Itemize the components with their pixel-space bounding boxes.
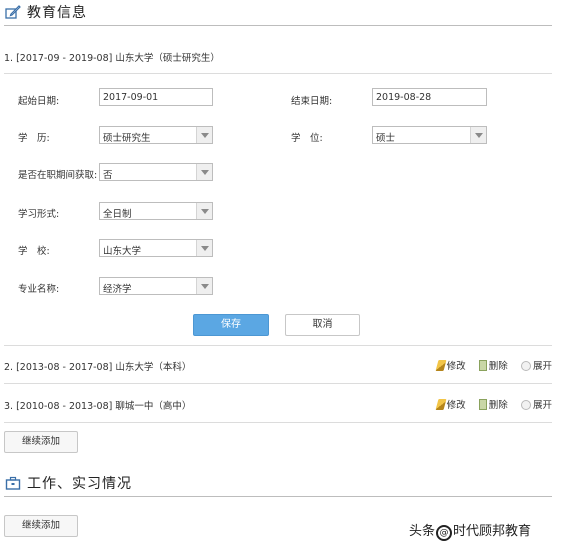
save-button[interactable]: 保存 xyxy=(193,314,269,336)
expand-icon xyxy=(520,400,531,410)
edit-link[interactable]: 修改 xyxy=(435,397,466,411)
delete-label: 删除 xyxy=(488,400,508,411)
edit-link[interactable]: 修改 xyxy=(435,358,466,372)
education-level-label: 学 历: xyxy=(18,133,50,144)
entry-title: 2. [2013-08 - 2017-08] 山东大学（本科） xyxy=(4,362,192,373)
during-job-value: 否 xyxy=(103,170,113,181)
chevron-down-icon[interactable] xyxy=(196,127,212,143)
edit-pencil-icon xyxy=(5,4,21,20)
briefcase-icon xyxy=(5,475,21,491)
entry-divider xyxy=(4,73,552,74)
chevron-down-icon[interactable] xyxy=(196,278,212,294)
edit-label: 修改 xyxy=(446,361,466,372)
add-work-button[interactable]: 继续添加 xyxy=(4,515,78,537)
cancel-button[interactable]: 取消 xyxy=(285,314,360,336)
at-icon: @ xyxy=(436,525,453,541)
education-level-value: 硕士研究生 xyxy=(103,133,151,144)
expand-link[interactable]: 展开 xyxy=(520,397,552,411)
major-label: 专业名称: xyxy=(18,284,60,295)
entry-actions: 修改 删除 展开 xyxy=(427,358,552,372)
chevron-down-icon[interactable] xyxy=(470,127,486,143)
chevron-down-icon[interactable] xyxy=(196,164,212,180)
education-entry-1[interactable]: 1. [2017-09 - 2019-08] 山东大学（硕士研究生） xyxy=(4,44,552,68)
degree-label: 学 位: xyxy=(291,133,323,144)
trash-icon xyxy=(478,399,487,410)
study-mode-value: 全日制 xyxy=(103,209,132,220)
school-label: 学 校: xyxy=(18,246,50,257)
end-date-input[interactable]: 2019-08-28 xyxy=(372,88,487,106)
during-job-select[interactable]: 否 xyxy=(99,163,213,181)
during-job-label: 是否在职期间获取: xyxy=(18,170,98,181)
major-select[interactable]: 经济学 xyxy=(99,277,213,295)
major-value: 经济学 xyxy=(103,284,132,295)
add-education-button[interactable]: 继续添加 xyxy=(4,431,78,453)
delete-link[interactable]: 删除 xyxy=(478,358,508,372)
education-entry-3[interactable]: 3. [2010-08 - 2013-08] 聊城一中（高中） 修改 删除 展开 xyxy=(4,392,552,416)
trash-icon xyxy=(478,360,487,371)
watermark-name: 时代顾邦教育 xyxy=(453,524,532,539)
watermark-prefix: 头条 xyxy=(409,524,436,539)
section-divider xyxy=(4,496,552,497)
entry-actions: 修改 删除 展开 xyxy=(427,397,552,411)
work-section-title: 工作、实习情况 xyxy=(27,476,132,492)
entry-title: 3. [2010-08 - 2013-08] 聊城一中（高中） xyxy=(4,401,192,412)
school-value: 山东大学 xyxy=(103,246,142,257)
work-section-header: 工作、实习情况 xyxy=(0,471,552,497)
expand-label: 展开 xyxy=(532,361,552,372)
study-mode-label: 学习形式: xyxy=(18,209,60,220)
study-mode-select[interactable]: 全日制 xyxy=(99,202,213,220)
end-date-label: 结束日期: xyxy=(291,96,333,107)
watermark: 头条 @ 时代顾邦教育 xyxy=(409,520,531,541)
section-divider xyxy=(4,25,552,26)
education-level-select[interactable]: 硕士研究生 xyxy=(99,126,213,144)
delete-label: 删除 xyxy=(488,361,508,372)
entry-title: 1. [2017-09 - 2019-08] 山东大学（硕士研究生） xyxy=(4,53,220,64)
expand-link[interactable]: 展开 xyxy=(520,358,552,372)
entry-divider xyxy=(4,422,552,423)
school-select[interactable]: 山东大学 xyxy=(99,239,213,257)
degree-select[interactable]: 硕士 xyxy=(372,126,487,144)
education-section-title: 教育信息 xyxy=(27,5,87,21)
degree-value: 硕士 xyxy=(376,133,396,144)
chevron-down-icon[interactable] xyxy=(196,240,212,256)
start-date-label: 起始日期: xyxy=(18,96,60,107)
education-section-header: 教育信息 xyxy=(0,0,552,26)
chevron-down-icon[interactable] xyxy=(196,203,212,219)
start-date-input[interactable]: 2017-09-01 xyxy=(99,88,213,106)
education-entry-2[interactable]: 2. [2013-08 - 2017-08] 山东大学（本科） 修改 删除 展开 xyxy=(4,353,552,377)
edit-label: 修改 xyxy=(446,400,466,411)
expand-icon xyxy=(520,361,531,371)
expand-label: 展开 xyxy=(532,400,552,411)
entry-divider xyxy=(4,345,552,346)
delete-link[interactable]: 删除 xyxy=(478,397,508,411)
entry-divider xyxy=(4,383,552,384)
pencil-icon xyxy=(435,360,447,371)
pencil-icon xyxy=(435,399,447,410)
